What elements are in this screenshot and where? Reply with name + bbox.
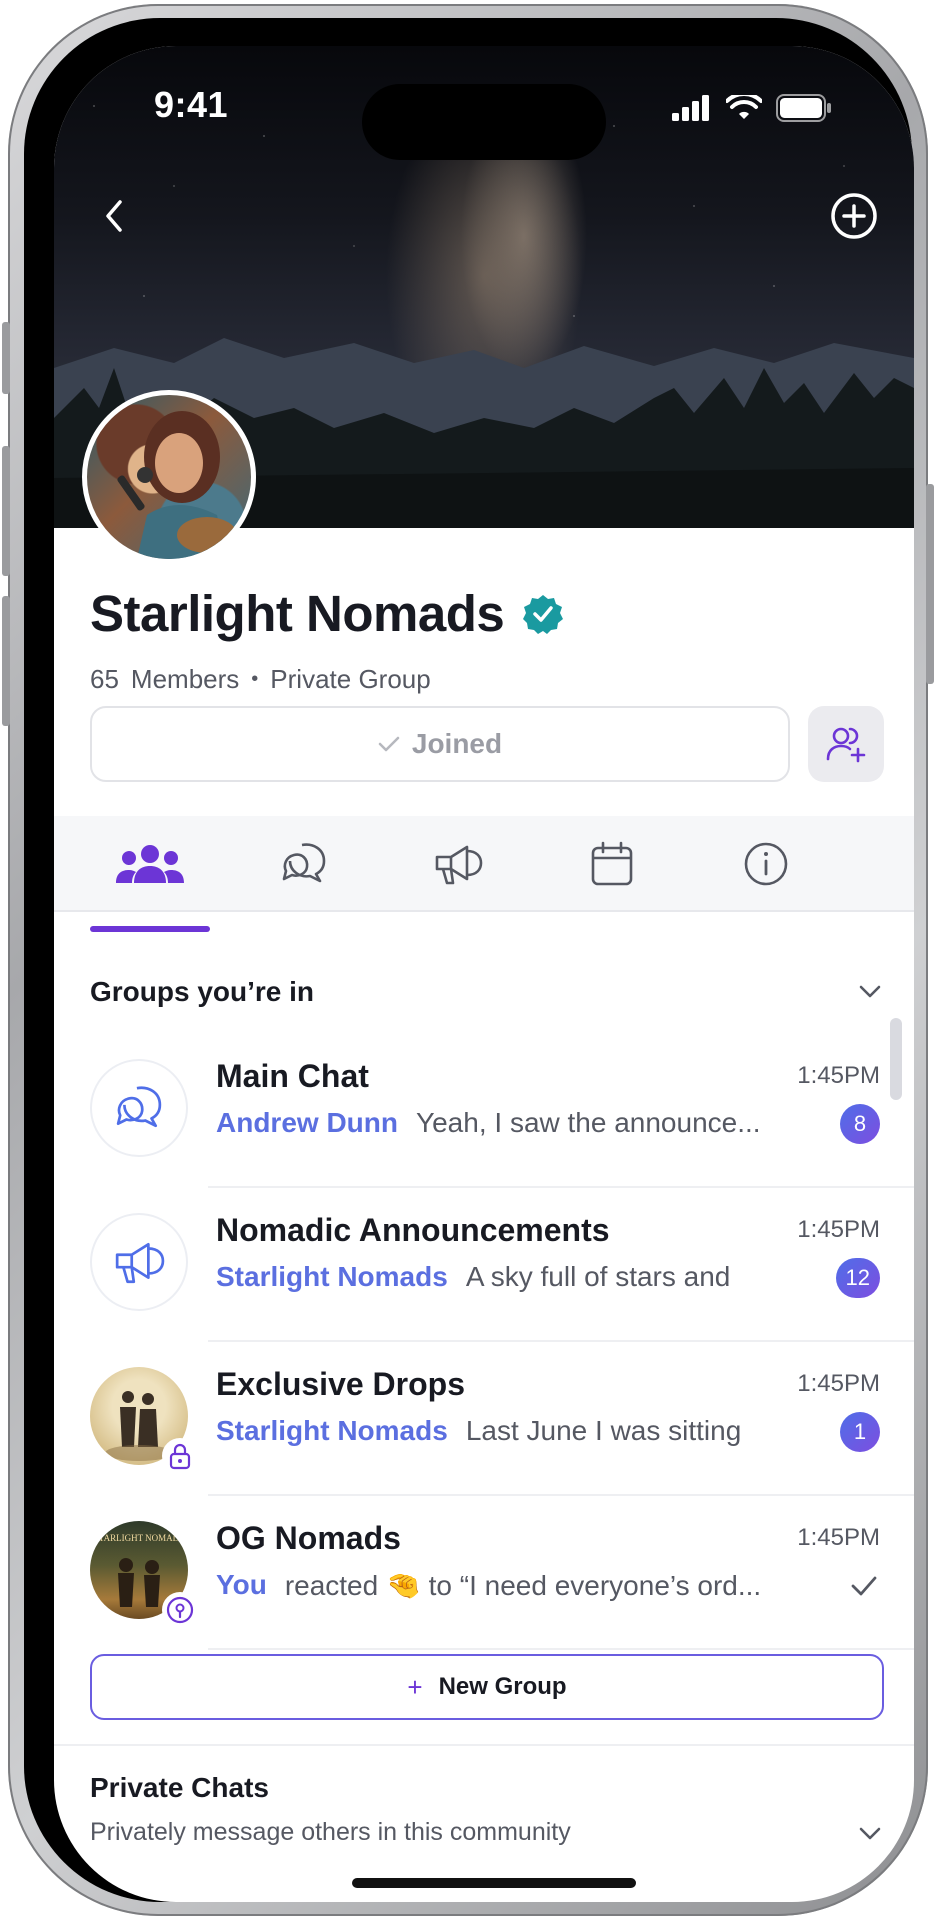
chat-name: OG Nomads bbox=[216, 1520, 401, 1556]
volume-up-button bbox=[2, 446, 10, 576]
unread-badge: 1 bbox=[840, 1412, 880, 1452]
chat-avatar bbox=[90, 1059, 188, 1157]
volume-down-button bbox=[2, 596, 10, 726]
groups-section-toggle[interactable] bbox=[852, 974, 888, 1010]
chat-row-og-nomads[interactable]: STARLIGHT NOMADS OG Nomads 1:45PM You re… bbox=[54, 1496, 914, 1650]
chat-message: Yeah, I saw the announce... bbox=[416, 1107, 761, 1138]
tab-info[interactable] bbox=[706, 816, 826, 912]
group-name: Starlight Nomads bbox=[90, 585, 505, 642]
lock-icon bbox=[169, 1443, 191, 1470]
chat-time: 1:45PM bbox=[797, 1370, 880, 1397]
meta-separator: • bbox=[251, 668, 259, 690]
members-icon bbox=[116, 845, 184, 883]
joined-label: Joined bbox=[411, 728, 503, 759]
status-time: 9:41 bbox=[154, 84, 229, 125]
unread-badge: 8 bbox=[840, 1104, 880, 1144]
tab-announcements[interactable] bbox=[398, 816, 518, 912]
chat-preview: You reacted 🤏 to “I need everyone’s ord.… bbox=[216, 1569, 816, 1602]
invite-member-button[interactable] bbox=[808, 706, 884, 782]
power-button bbox=[926, 484, 934, 684]
new-group-button[interactable]: + New Group bbox=[90, 1654, 884, 1720]
unread-badge: 12 bbox=[835, 1258, 880, 1298]
private-lock-badge bbox=[162, 1438, 198, 1474]
group-avatar[interactable] bbox=[82, 390, 256, 564]
wifi-icon bbox=[726, 95, 762, 119]
chat-row-announcements[interactable]: Nomadic Announcements 1:45PM Starlight N… bbox=[54, 1188, 914, 1342]
chat-sender: Starlight Nomads bbox=[216, 1261, 448, 1292]
dynamic-island bbox=[362, 84, 606, 160]
status-bar: 9:41 bbox=[54, 46, 914, 166]
privacy-label: Private Group bbox=[270, 664, 431, 694]
info-icon bbox=[744, 842, 788, 886]
members-count: 65 bbox=[90, 664, 119, 694]
tab-events[interactable] bbox=[552, 816, 672, 912]
group-title: Starlight Nomads bbox=[90, 584, 564, 643]
back-button[interactable] bbox=[86, 188, 142, 244]
plus-icon: + bbox=[407, 1671, 423, 1702]
chevron-down-icon bbox=[859, 985, 881, 998]
add-button[interactable] bbox=[826, 188, 882, 244]
group-meta: 65 Members • Private Group bbox=[90, 664, 431, 695]
plus-circle-icon bbox=[831, 193, 877, 239]
battery-icon bbox=[776, 94, 831, 122]
action-button bbox=[2, 322, 10, 394]
chat-sender: Starlight Nomads bbox=[216, 1415, 448, 1446]
chevron-left-icon bbox=[106, 200, 122, 232]
calendar-icon bbox=[591, 841, 633, 886]
screen: 9:41 Starlight Nomads 65 Members • Priva… bbox=[54, 46, 914, 1902]
chat-bubbles-icon bbox=[116, 1086, 162, 1128]
megaphone-icon bbox=[435, 845, 483, 885]
groups-section-title: Groups you’re in bbox=[90, 976, 315, 1007]
joined-button[interactable]: Joined bbox=[90, 706, 790, 782]
chat-avatar bbox=[90, 1213, 188, 1311]
og-cover-text: STARLIGHT NOMADS bbox=[94, 1533, 184, 1543]
private-chats-toggle[interactable] bbox=[852, 1816, 888, 1852]
cellular-signal-icon bbox=[672, 95, 709, 121]
chat-message: Last June I was sitting bbox=[465, 1415, 742, 1446]
chat-message: reacted 🤏 to “I need everyone’s ord... bbox=[284, 1570, 762, 1601]
chat-name: Main Chat bbox=[216, 1058, 369, 1094]
avatar-illustration bbox=[117, 411, 237, 559]
chat-preview: Andrew Dunn Yeah, I saw the announce... bbox=[216, 1107, 816, 1139]
chat-bubbles-icon bbox=[282, 843, 326, 883]
tab-bar bbox=[54, 816, 914, 912]
add-member-icon bbox=[826, 727, 866, 763]
bezel: 9:41 Starlight Nomads 65 Members • Priva… bbox=[24, 18, 914, 1902]
chat-time: 1:45PM bbox=[797, 1062, 880, 1089]
chat-row-main-chat[interactable]: Main Chat 1:45PM Andrew Dunn Yeah, I saw… bbox=[54, 1034, 914, 1188]
chat-name: Exclusive Drops bbox=[216, 1366, 465, 1402]
verified-icon bbox=[523, 594, 564, 634]
chat-message: A sky full of stars and bbox=[465, 1261, 731, 1292]
read-check-icon bbox=[851, 1576, 877, 1596]
chat-time: 1:45PM bbox=[797, 1524, 880, 1551]
tab-chats[interactable] bbox=[244, 816, 364, 912]
private-lock-badge bbox=[162, 1592, 198, 1628]
chat-preview: Starlight Nomads A sky full of stars and bbox=[216, 1261, 816, 1293]
chat-time: 1:45PM bbox=[797, 1216, 880, 1243]
chat-row-exclusive-drops[interactable]: Exclusive Drops 1:45PM Starlight Nomads … bbox=[54, 1342, 914, 1496]
active-tab-indicator bbox=[90, 926, 210, 932]
chevron-down-icon bbox=[859, 1827, 881, 1840]
home-indicator[interactable] bbox=[352, 1878, 636, 1888]
checkmark-icon bbox=[378, 736, 400, 752]
chat-sender: Andrew Dunn bbox=[216, 1107, 398, 1138]
private-chats-title: Private Chats bbox=[90, 1772, 269, 1803]
phone-frame: 9:41 Starlight Nomads 65 Members • Priva… bbox=[2, 4, 934, 1916]
chat-sender: You bbox=[216, 1569, 267, 1600]
divider bbox=[54, 1744, 914, 1746]
megaphone-icon bbox=[115, 1242, 165, 1284]
members-label: Members bbox=[130, 664, 240, 694]
new-group-label: New Group bbox=[438, 1673, 567, 1700]
status-icons bbox=[672, 94, 832, 122]
tab-members[interactable] bbox=[90, 816, 210, 912]
private-chats-subtitle: Privately message others in this communi… bbox=[90, 1818, 571, 1846]
divider bbox=[208, 1648, 914, 1650]
chat-preview: Starlight Nomads Last June I was sitting bbox=[216, 1415, 816, 1447]
chat-name: Nomadic Announcements bbox=[216, 1212, 610, 1248]
lock-icon bbox=[166, 1596, 194, 1624]
